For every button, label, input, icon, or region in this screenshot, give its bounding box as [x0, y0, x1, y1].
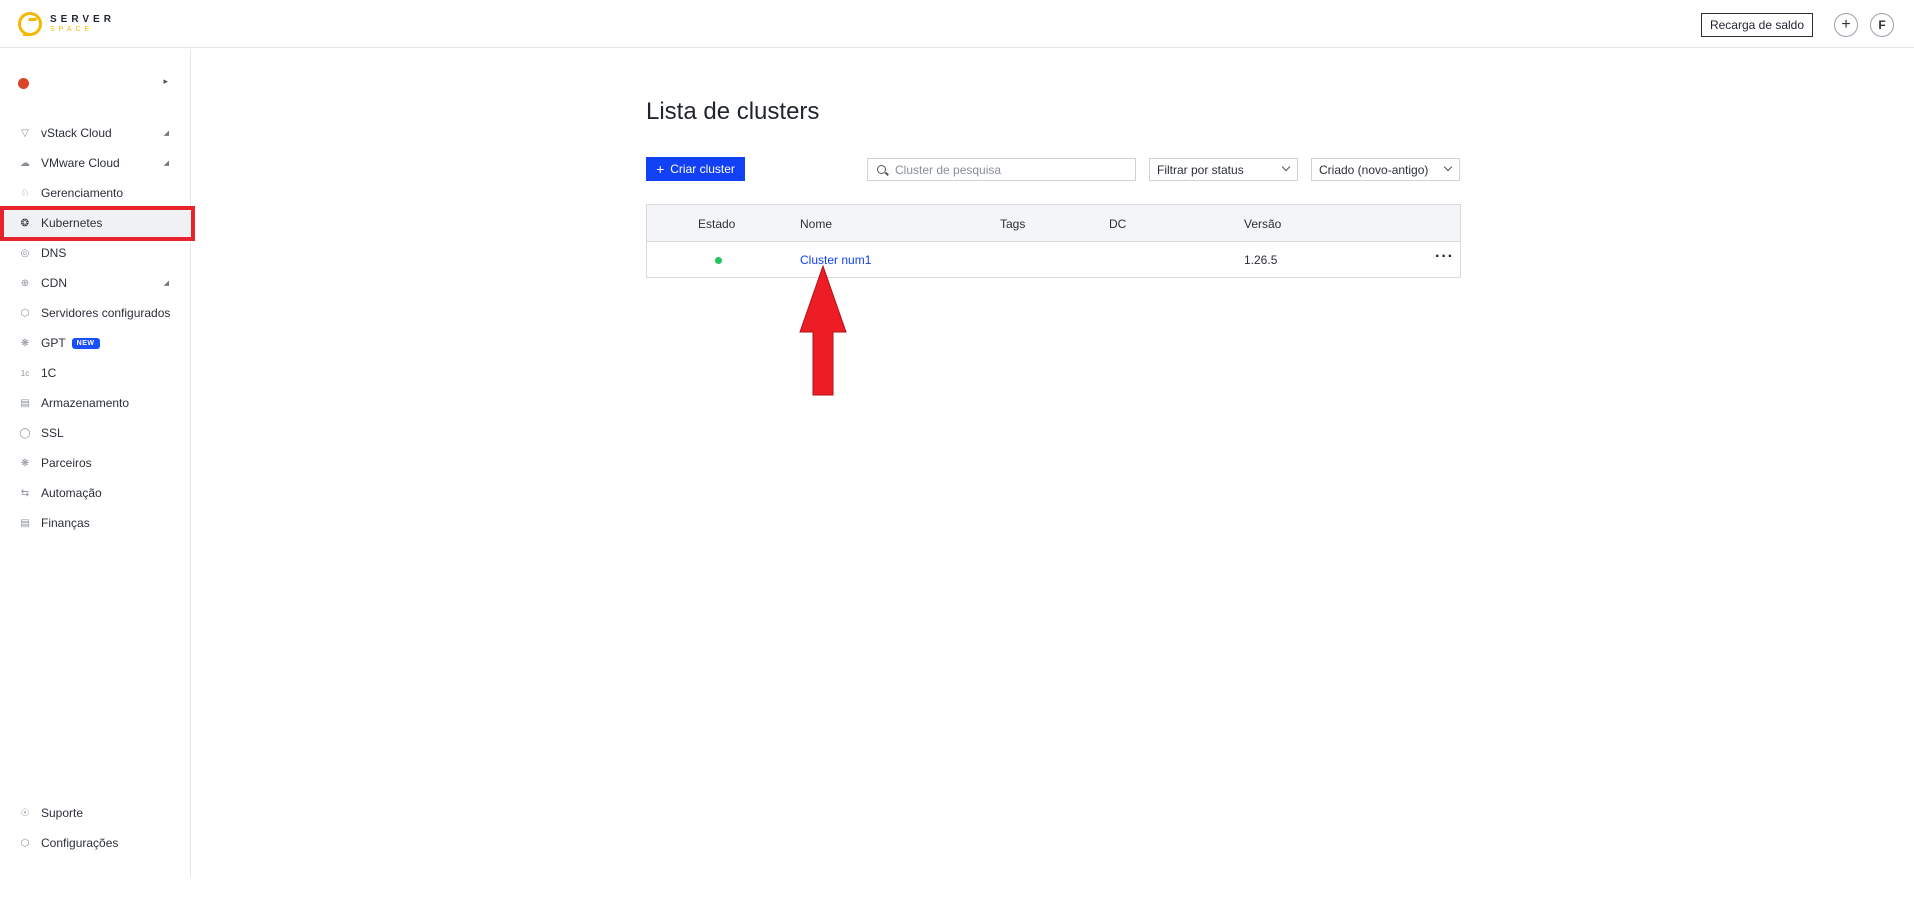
- storage-icon: ▤: [20, 397, 30, 409]
- sidebar-item-1c[interactable]: 1c 1C: [0, 358, 191, 388]
- search-box[interactable]: [867, 158, 1136, 181]
- sidebar-item-financas[interactable]: ▤ Finanças: [0, 508, 191, 538]
- globe-icon: ⊕: [20, 277, 30, 289]
- logo-text-server: SERVER: [50, 14, 115, 25]
- account-avatar-dot: [18, 78, 29, 89]
- sidebar-item-vstack-cloud[interactable]: ▽ vStack Cloud ◢: [0, 118, 191, 148]
- sidebar: ▸ ▽ vStack Cloud ◢ ☁ VMware Cloud ◢ ♘ Ge…: [0, 49, 191, 877]
- sidebar-item-gpt[interactable]: ❋ GPT NEW: [0, 328, 191, 358]
- kubernetes-icon: ❂: [20, 217, 30, 229]
- sidebar-item-label: DNS: [41, 246, 67, 260]
- vstack-icon: ▽: [21, 127, 29, 139]
- sidebar-item-vmware-cloud[interactable]: ☁ VMware Cloud ◢: [0, 148, 191, 178]
- cluster-version: 1.26.5: [1244, 253, 1278, 267]
- search-icon: [877, 165, 886, 174]
- chevron-down-icon: [1443, 162, 1453, 172]
- create-cluster-button[interactable]: + Criar cluster: [646, 157, 745, 181]
- management-icon: ♘: [20, 187, 30, 199]
- sidebar-item-label: 1C: [41, 366, 57, 380]
- sidebar-item-label: Suporte: [41, 806, 84, 820]
- sidebar-item-parceiros[interactable]: ❋ Parceiros: [0, 448, 191, 478]
- sidebar-item-servidores-configurados[interactable]: ⬡ Servidores configurados: [0, 298, 191, 328]
- new-badge: NEW: [71, 337, 100, 349]
- sidebar-item-label: Parceiros: [41, 456, 92, 470]
- column-header-versao[interactable]: Versão: [1244, 217, 1281, 231]
- sidebar-item-label: CDN: [41, 276, 67, 290]
- sidebar-item-label: vStack Cloud: [41, 126, 112, 140]
- chevron-down-icon: [1281, 162, 1291, 172]
- sidebar-item-label: Configurações: [41, 836, 119, 850]
- sidebar-item-label: Finanças: [41, 516, 90, 530]
- create-cluster-label: Criar cluster: [670, 162, 735, 176]
- logo-text-space: SPACE: [50, 26, 94, 33]
- expand-icon: ◢: [163, 160, 169, 167]
- sidebar-item-gerenciamento[interactable]: ♘ Gerenciamento: [0, 178, 191, 208]
- cloud-icon: ☁: [20, 157, 30, 169]
- sidebar-item-label: Servidores configurados: [41, 306, 171, 320]
- 1c-icon: 1c: [20, 368, 30, 378]
- sidebar-item-label: VMware Cloud: [41, 156, 120, 170]
- gpt-icon: ❋: [20, 337, 30, 349]
- sidebar-item-label: Gerenciamento: [41, 186, 124, 200]
- expand-icon: ◢: [163, 280, 169, 287]
- column-header-tags[interactable]: Tags: [1000, 217, 1025, 231]
- sidebar-item-cdn[interactable]: ⊕ CDN ◢: [0, 268, 191, 298]
- logo-icon: [18, 12, 42, 36]
- status-active-dot: [715, 257, 722, 264]
- add-button[interactable]: +: [1834, 13, 1858, 37]
- annotation-arrow: [799, 264, 847, 396]
- more-actions-icon[interactable]: ···: [1435, 248, 1454, 266]
- sidebar-item-label: Armazenamento: [41, 396, 130, 410]
- top-header: SERVER SPACE Recarga de saldo + F: [0, 0, 1914, 48]
- sidebar-item-dns[interactable]: ◎ DNS: [0, 238, 191, 268]
- status-filter-value: Filtrar por status: [1157, 162, 1244, 177]
- column-header-dc[interactable]: DC: [1109, 217, 1126, 231]
- sidebar-item-kubernetes[interactable]: ❂ Kubernetes: [0, 208, 191, 238]
- settings-icon: ⬡: [20, 837, 30, 849]
- sidebar-item-automacao[interactable]: ⇆ Automação: [0, 478, 191, 508]
- avatar[interactable]: F: [1870, 13, 1894, 37]
- shield-icon: ◯: [19, 427, 31, 439]
- expand-icon: ◢: [163, 130, 169, 137]
- status-filter-select[interactable]: Filtrar por status: [1149, 158, 1298, 181]
- table-header: Estado Nome Tags DC Versão: [647, 205, 1460, 242]
- sidebar-item-configuracoes[interactable]: ⬡ Configurações: [0, 828, 191, 858]
- account-selector[interactable]: ▸: [18, 76, 168, 90]
- hexagon-icon: ⬡: [20, 307, 30, 319]
- sidebar-item-label: GPT: [41, 336, 66, 350]
- sort-select[interactable]: Criado (novo-antigo): [1311, 158, 1460, 181]
- headset-icon: ☉: [20, 807, 30, 819]
- page-title: Lista de clusters: [646, 98, 820, 125]
- table-row[interactable]: Cluster num1 1.26.5 ···: [647, 242, 1460, 278]
- column-header-estado[interactable]: Estado: [698, 217, 735, 231]
- serverspace-logo[interactable]: SERVER SPACE: [18, 12, 115, 36]
- dns-icon: ◎: [20, 247, 30, 259]
- topup-balance-button[interactable]: Recarga de saldo: [1701, 13, 1813, 37]
- plus-icon: +: [656, 161, 665, 177]
- chevron-right-icon: ▸: [163, 76, 168, 86]
- clusters-table: Estado Nome Tags DC Versão Cluster num1 …: [646, 204, 1461, 278]
- sidebar-item-armazenamento[interactable]: ▤ Armazenamento: [0, 388, 191, 418]
- sidebar-item-ssl[interactable]: ◯ SSL: [0, 418, 191, 448]
- sidebar-item-suporte[interactable]: ☉ Suporte: [0, 798, 191, 828]
- column-header-nome[interactable]: Nome: [800, 217, 832, 231]
- sidebar-item-label: Automação: [41, 486, 102, 500]
- document-icon: ▤: [20, 517, 30, 529]
- sidebar-item-label: SSL: [41, 426, 64, 440]
- sort-value: Criado (novo-antigo): [1319, 162, 1429, 177]
- automation-icon: ⇆: [20, 487, 30, 499]
- partners-icon: ❋: [20, 457, 30, 469]
- sidebar-item-label: Kubernetes: [41, 216, 103, 230]
- plus-icon: +: [1841, 16, 1851, 33]
- search-input[interactable]: [895, 162, 1115, 177]
